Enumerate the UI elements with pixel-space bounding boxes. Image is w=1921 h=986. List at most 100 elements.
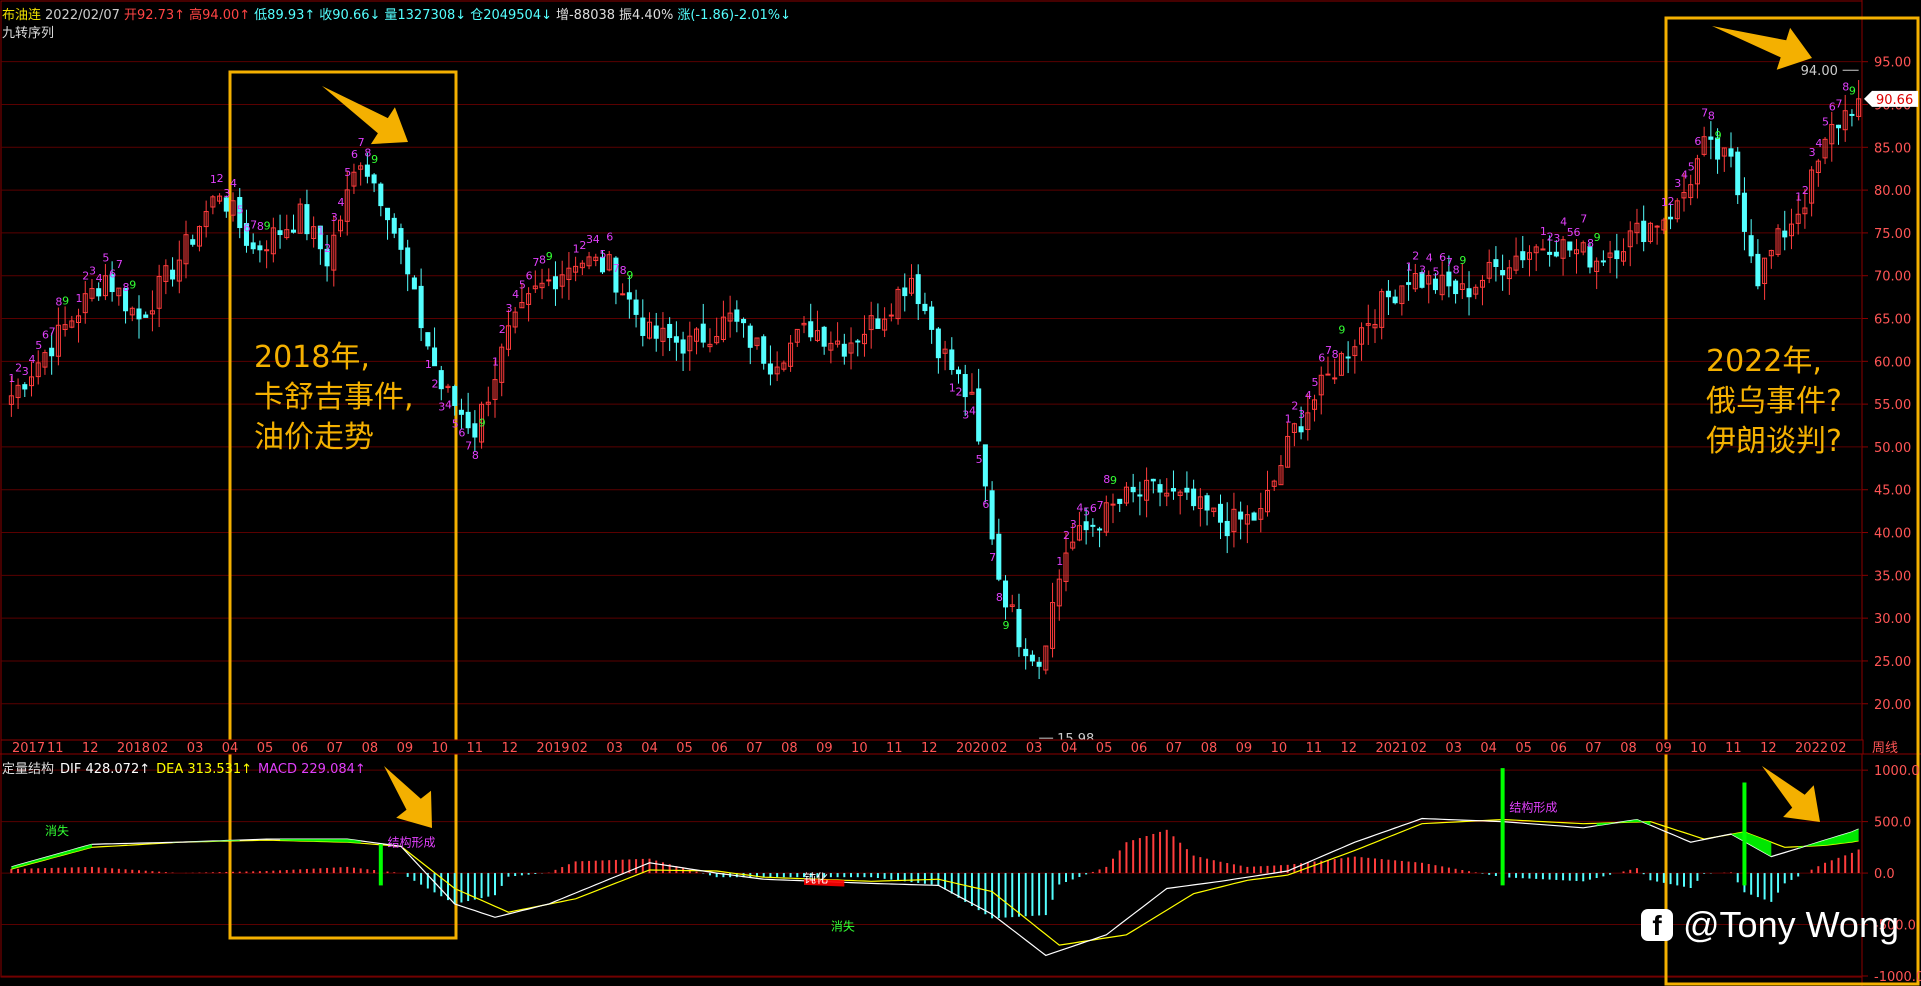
time-tick-label: 06 <box>711 741 728 756</box>
candle-body <box>438 370 444 390</box>
macd-indicator-name[interactable]: 定量结构 <box>2 762 54 777</box>
time-tick-label: 11 <box>886 741 903 756</box>
candle-body <box>955 369 962 375</box>
sequence-digit: 1 <box>1056 555 1063 568</box>
time-tick-label: 09 <box>1655 741 1672 756</box>
sequence-digit: 8 <box>1332 348 1339 361</box>
time-tick-label: 05 <box>257 741 274 756</box>
sequence-digit: 7 <box>1097 499 1104 512</box>
candle-body <box>398 228 404 250</box>
time-tick-label: 02 <box>152 741 169 756</box>
price-tick-label: 70.00 <box>1874 270 1911 285</box>
sequence-digit: 8 <box>1708 109 1715 122</box>
price-tick-label: 55.00 <box>1874 398 1911 413</box>
sequence-digit: 1 <box>317 225 324 238</box>
time-tick-label: 10 <box>1690 741 1707 756</box>
time-tick-label: 08 <box>781 741 798 756</box>
time-tick-label: 11 <box>1725 741 1742 756</box>
sequence-digit: 9 <box>1110 474 1117 487</box>
candle-body <box>452 386 458 406</box>
price-tick-label: 40.00 <box>1874 527 1911 542</box>
time-tick-label: 07 <box>746 741 763 756</box>
candle-body <box>875 318 881 329</box>
time-tick-label: 06 <box>292 741 309 756</box>
candle-body <box>170 269 176 280</box>
candle-body <box>982 444 988 487</box>
volume: 量1327308↓ <box>384 8 467 23</box>
sequence-digit: 9 <box>546 250 553 263</box>
candle-body <box>1016 609 1022 648</box>
sequence-digit: 2 <box>956 386 963 399</box>
candle-body <box>902 287 908 297</box>
indicator-name[interactable]: 九转序列 <box>2 22 54 41</box>
high-mark-label: 94.00 <box>1801 64 1838 79</box>
arrow-annotations <box>322 26 1820 828</box>
sequence-digit: 2 <box>432 378 439 391</box>
candle-body <box>472 423 478 438</box>
time-tick-label: 04 <box>222 741 239 756</box>
candle-body <box>257 245 263 251</box>
price-tick-label: 35.00 <box>1874 569 1911 584</box>
time-tick-label: 2021 <box>1376 741 1409 756</box>
price-tick-label: 65.00 <box>1874 313 1911 328</box>
time-tick-label: 12 <box>1760 741 1777 756</box>
candle-body <box>391 217 397 234</box>
candle-body <box>1150 478 1156 482</box>
candle-body <box>653 325 659 339</box>
candle-body <box>1332 377 1338 380</box>
sequence-digit: 2 <box>1668 195 1675 208</box>
price-tick-label: 45.00 <box>1874 484 1911 499</box>
candle-body <box>1540 248 1546 251</box>
symbol-name[interactable]: 布油连 <box>2 8 41 23</box>
annotation-line: 俄乌事件? <box>1706 384 1842 419</box>
dif-line <box>11 817 1859 957</box>
time-tick-label: 11 <box>47 741 64 756</box>
candle-body <box>922 303 928 312</box>
sequence-digit: 7 <box>1580 213 1587 226</box>
candle-body <box>1668 216 1674 220</box>
sequence-digit: 4 <box>593 233 600 246</box>
sequence-digit: 5 <box>599 248 606 261</box>
highlight-boxes <box>228 16 1920 986</box>
candle-body <box>143 314 149 318</box>
price-tick-label: 95.00 <box>1874 56 1911 71</box>
sequence-digit: 4 <box>1305 389 1312 402</box>
macd-mark-label: 消失 <box>45 823 69 838</box>
candle-body <box>405 247 411 275</box>
sequence-digit: 9 <box>479 416 486 429</box>
price-grid <box>0 0 1921 986</box>
chart-canvas: 15.9894.00 12345678912345678912345678912… <box>0 0 1921 986</box>
sequence-digit: 9 <box>626 269 633 282</box>
time-tick-label: 11 <box>1306 741 1323 756</box>
arrow-icon <box>384 766 432 828</box>
candle-body <box>673 336 679 343</box>
sequence-digit: 5 <box>237 204 244 217</box>
candle-body <box>633 299 639 315</box>
candle-body <box>465 411 471 429</box>
sequence-digit: 6 <box>606 231 613 244</box>
candle-body <box>1170 488 1176 492</box>
dea-value: DEA 313.531↑ <box>156 762 253 777</box>
time-tick-label: 05 <box>676 741 693 756</box>
time-tick-label: 09 <box>816 741 833 756</box>
arrow-icon <box>1762 766 1820 822</box>
time-tick-label: 12 <box>501 741 518 756</box>
candle-body <box>1083 521 1089 531</box>
sequence-digit: 2 <box>324 242 331 255</box>
candle-body <box>1849 113 1855 116</box>
arrow-icon <box>322 86 408 145</box>
quote-header: 布油连 2022/02/07 开92.73↑ 高94.00↑ 低89.93↑ 收90.66… <box>2 4 795 23</box>
sequence-digit: 4 <box>1426 252 1433 265</box>
time-tick-label: 05 <box>1515 741 1532 756</box>
dif-value: DIF 428.072↑ <box>60 762 151 777</box>
sequence-digit: 4 <box>29 353 36 366</box>
watermark-text: @Tony Wong <box>1683 904 1899 945</box>
candle-body <box>378 183 384 207</box>
macd-mark-label: 结构形成 <box>1509 799 1557 814</box>
candle-body <box>1755 253 1761 287</box>
candle-body <box>935 328 941 359</box>
candle-body <box>136 308 142 320</box>
annotation-line: 2022年, <box>1706 344 1822 379</box>
candle-body <box>976 388 982 442</box>
candle-body <box>700 323 706 343</box>
